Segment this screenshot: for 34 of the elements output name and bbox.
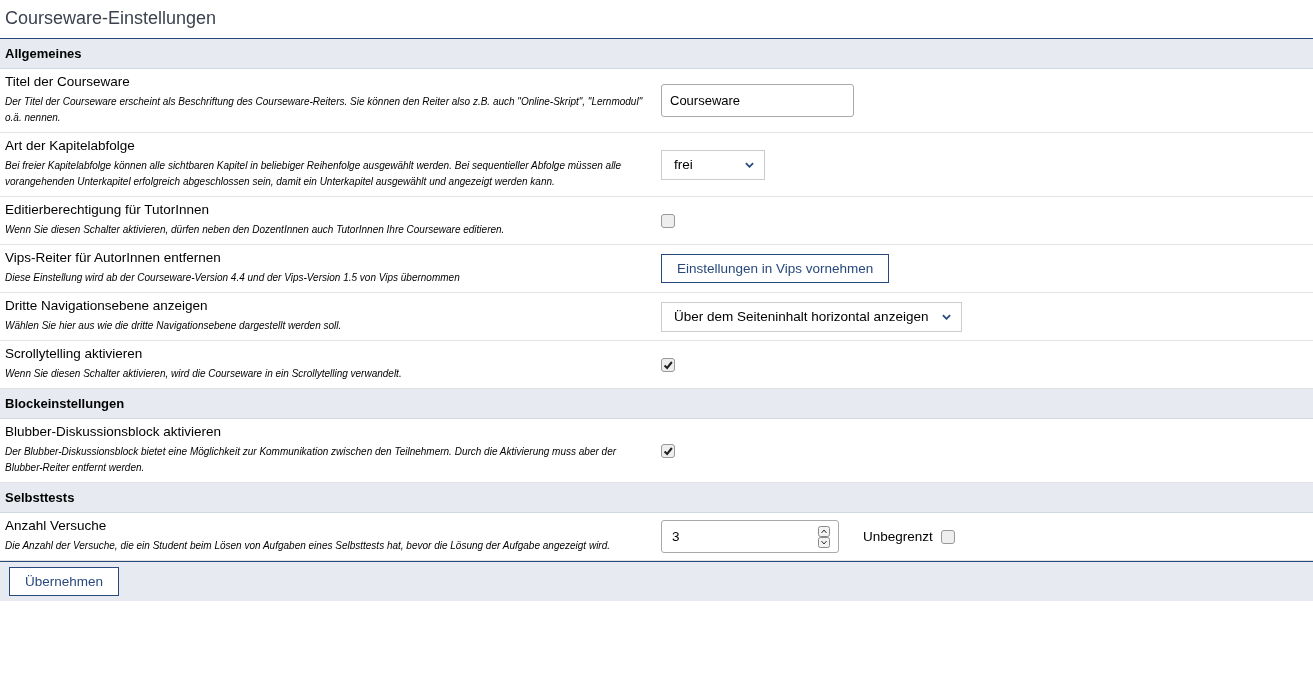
setting-description: Wählen Sie hier aus wie die dritte Navigationsebene dargestellt werden soll. [5,319,343,333]
chevron-down-icon [745,161,754,168]
dropdown[interactable]: frei [661,149,765,180]
setting-label: Dritte Navigationsebene anzeigen [5,298,209,313]
setting-description: Die Anzahl der Versuche, die ein Student beim Lösen von Aufgaben eines Selbsttests hat, bevor die Lösung der Aufgabe angezeigt wird. [5,539,612,553]
checkbox[interactable] [940,529,955,544]
section-header: Allgemeines [0,39,1313,69]
settings-button[interactable]: Einstellungen in Vips vornehmen [661,254,890,283]
setting-description: Wenn Sie diesen Schalter aktivieren, wird die Courseware in ein Scrollytelling verwandelt. [5,367,403,381]
setting-label: Art der Kapitelabfolge [5,138,136,153]
setting-label: Editierberechtigung für TutorInnen [5,202,211,217]
chevron-down-icon [942,313,952,320]
text-field[interactable]: Courseware [661,84,854,117]
checked-checkbox[interactable] [661,443,675,458]
setting-label: Anzahl Versuche [5,518,108,533]
setting-label: Titel der Courseware [5,74,131,89]
setting-description: Der Blubber-Diskussionsblock bietet eine Möglichkeit zur Kommunikation zwischen den Teilnehmern. Durch die Aktivierung muss aber der Blubber-Reiter entfernt werden. [5,445,618,475]
checkbox[interactable] [661,213,675,228]
checked-checkbox[interactable] [661,357,675,372]
setting-label: Vips-Reiter für AutorInnen entfernen [5,250,222,265]
unlimited-label: Unbegrenzt [863,529,933,544]
submit-button[interactable]: Übernehmen [9,567,120,596]
setting-description: Wenn Sie diesen Schalter aktivieren, dürfen neben den DozentInnen auch TutorInnen Ihre Courseware editieren. [5,223,506,237]
section-header: Selbsttests [0,483,1313,513]
section-header: Blockeinstellungen [0,389,1313,419]
dropdown[interactable]: Über dem Seiteninhalt horizontal anzeigen [661,301,963,332]
number-field[interactable]: 3 [661,520,839,553]
setting-description: Diese Einstellung wird ab der Courseware-Version 4.4 und der Vips-Version 1.5 von Vips übernommen [5,271,461,285]
page-title: Courseware-Einstellungen [4,7,218,30]
setting-description: Bei freier Kapitelabfolge können alle sichtbaren Kapitel in beliebiger Reihenfolge ausgewählt werden. Bei sequentieller Abfolge müssen alle vorangehenden Unterkapitel erfolgreich abgeschlossen sein, damit ein Unterkapitel ausgewählt und angezeigt werden kann. [5,159,623,189]
spinner-icon [818,525,830,548]
setting-label: Blubber-Diskussionsblock aktivieren [5,424,223,439]
setting-label: Scrollytelling aktivieren [5,346,144,361]
setting-description: Der Titel der Courseware erscheint als Beschriftung des Courseware-Reiters. Sie können den Reiter also z.B. auch "Online-Skript", "Lernmodul" o.ä. nennen. [5,95,644,125]
